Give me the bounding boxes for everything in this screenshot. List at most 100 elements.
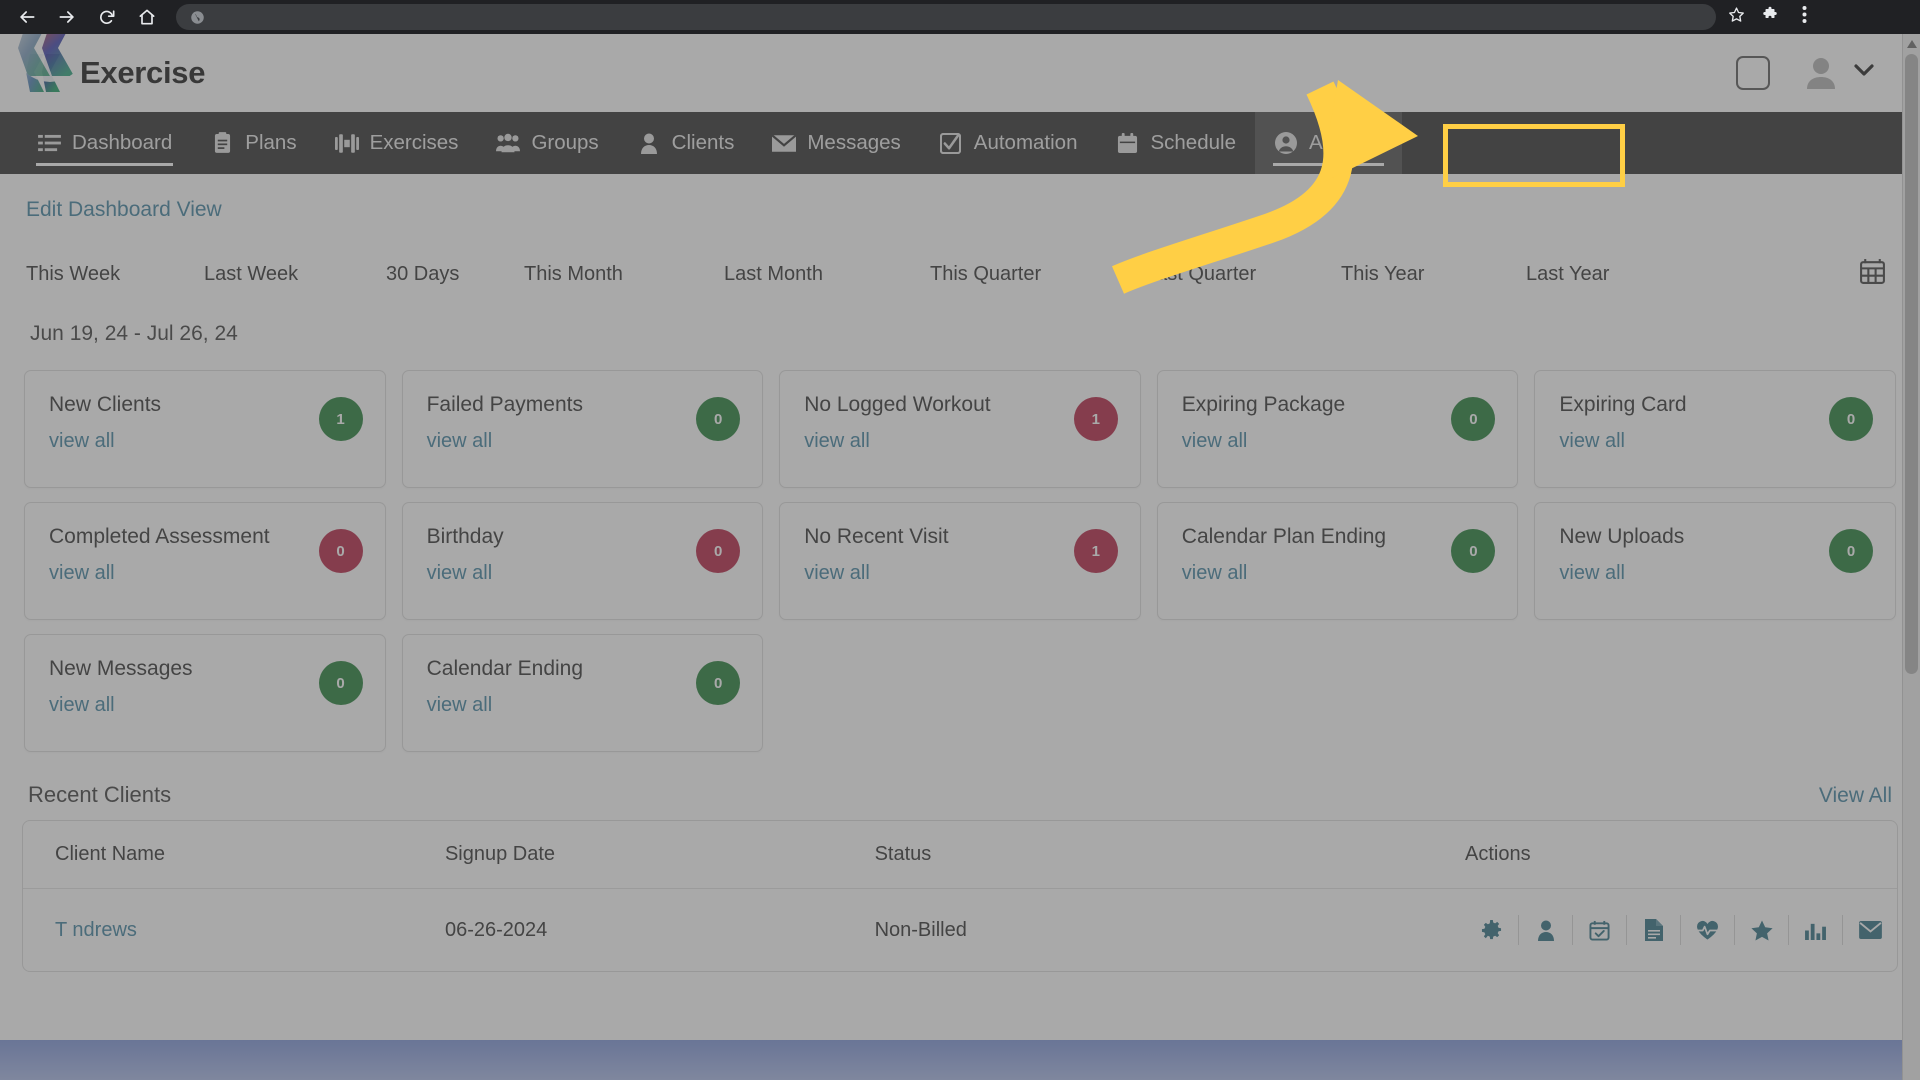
stat-card-grid: New Clients view all 1 Failed Payments vie… [22, 370, 1898, 752]
stat-view-all-link[interactable]: view all [49, 430, 161, 453]
home-button[interactable] [130, 2, 164, 32]
stat-view-all-link[interactable]: view all [49, 694, 193, 717]
date-picker-button[interactable] [1859, 258, 1894, 290]
filter-last-quarter[interactable]: Last Quarter [1145, 263, 1341, 286]
edit-dashboard-view-link[interactable]: Edit Dashboard View [22, 174, 226, 222]
table-header-row: Client Name Signup Date Status Actions [23, 821, 1897, 889]
heartbeat-icon[interactable] [1681, 915, 1735, 945]
stat-badge: 0 [1451, 397, 1496, 441]
stat-badge: 0 [318, 661, 363, 705]
brand-name: Exercise [80, 55, 206, 90]
filter-last-month[interactable]: Last Month [724, 263, 930, 286]
recent-clients-header: Recent Clients View All [22, 782, 1898, 808]
stat-card[interactable]: No Logged Workout view all 1 [779, 370, 1141, 488]
star-icon [1728, 6, 1745, 28]
nav-item-schedule[interactable]: Schedule [1096, 112, 1254, 174]
stat-title: New Clients [49, 393, 162, 416]
stat-title: Expiring Card [1559, 393, 1687, 416]
stat-badge: 0 [696, 397, 741, 441]
nav-label: Exercises [369, 131, 459, 154]
filter-last-year[interactable]: Last Year [1526, 263, 1609, 286]
stat-card[interactable]: New Uploads view all 0 [1534, 502, 1896, 620]
filter-this-quarter[interactable]: This Quarter [930, 263, 1145, 286]
page-scrollbar[interactable] [1902, 34, 1920, 1080]
stat-view-all-link[interactable]: view all [1559, 430, 1686, 453]
stat-card[interactable]: Calendar Ending view all 0 [401, 634, 764, 752]
stat-title: Calendar Ending [426, 657, 584, 680]
star-icon[interactable] [1735, 915, 1789, 945]
three-dot-menu-icon [1802, 5, 1807, 29]
nav-item-clients[interactable]: Clients [618, 112, 754, 174]
stat-card[interactable]: New Messages view all 0 [24, 634, 386, 752]
nav-label: Dashboard [72, 131, 173, 154]
column-header-client-name: Client Name [23, 821, 445, 889]
date-filter-tabs: This Week Last Week 30 Days This Month L… [22, 252, 1898, 296]
stat-card[interactable]: Failed Payments view all 0 [401, 370, 764, 488]
nav-label: Account [1308, 131, 1384, 154]
stat-view-all-link[interactable]: view all [49, 562, 270, 585]
client-profile-icon[interactable] [1519, 915, 1573, 945]
filter-this-week[interactable]: This Week [26, 263, 204, 286]
client-name-link[interactable]: T ndrews [55, 919, 137, 941]
square-outline-icon[interactable] [1736, 56, 1770, 90]
checkbox-icon [939, 132, 963, 154]
stat-card[interactable]: Expiring Card view all 0 [1534, 370, 1896, 488]
recent-clients-view-all-link[interactable]: View All [1819, 784, 1892, 808]
user-menu[interactable] [1806, 57, 1874, 89]
stat-card[interactable]: Expiring Package view all 0 [1156, 370, 1519, 488]
nav-item-exercises[interactable]: Exercises [316, 112, 478, 174]
calendar-check-icon[interactable] [1573, 915, 1627, 945]
stat-card[interactable]: Calendar Plan Ending view all 0 [1156, 502, 1519, 620]
address-bar[interactable] [176, 4, 1716, 30]
back-button[interactable] [10, 2, 44, 32]
filter-this-year[interactable]: This Year [1341, 263, 1526, 286]
column-header-status: Status [874, 821, 1465, 889]
nav-item-plans[interactable]: Plans [191, 112, 315, 174]
stat-view-all-link[interactable]: view all [804, 430, 990, 453]
dashboard-content: Edit Dashboard View This Week Last Week … [0, 34, 1920, 972]
header-right [1736, 56, 1892, 90]
bookmark-button[interactable] [1720, 2, 1752, 32]
forward-button[interactable] [50, 2, 84, 32]
document-icon[interactable] [1627, 915, 1681, 945]
nav-item-account[interactable]: Account [1254, 112, 1403, 174]
forward-arrow-icon [57, 7, 77, 27]
nav-item-groups[interactable]: Groups [477, 112, 617, 174]
filter-this-month[interactable]: This Month [524, 263, 724, 286]
stat-view-all-link[interactable]: view all [1182, 430, 1345, 453]
nav-item-automation[interactable]: Automation [920, 112, 1097, 174]
settings-gear-icon[interactable] [1465, 915, 1519, 945]
stat-view-all-link[interactable]: view all [427, 694, 583, 717]
nav-item-messages[interactable]: Messages [753, 112, 919, 174]
envelope-icon[interactable] [1843, 915, 1897, 945]
stat-view-all-link[interactable]: view all [1182, 562, 1386, 585]
stat-card[interactable]: New Clients view all 1 [24, 370, 386, 488]
scrollbar-thumb[interactable] [1905, 54, 1918, 674]
filter-last-week[interactable]: Last Week [204, 263, 386, 286]
stat-view-all-link[interactable]: view all [427, 562, 504, 585]
cell-status: Non-Billed [874, 918, 967, 941]
stat-card[interactable]: Birthday view all 0 [401, 502, 764, 620]
nav-item-dashboard[interactable]: Dashboard [18, 112, 191, 174]
recent-clients-table: Client Name Signup Date Status Actions T… [14, 34, 1898, 972]
stat-badge: 1 [318, 397, 363, 441]
stat-view-all-link[interactable]: view all [804, 562, 948, 585]
stat-title: Failed Payments [426, 393, 583, 416]
bar-chart-icon[interactable] [1789, 915, 1843, 945]
row-action-buttons [1465, 915, 1897, 945]
browser-right-icons [1720, 2, 1820, 32]
stat-card[interactable]: No Recent Visit view all 1 [779, 502, 1141, 620]
nav-label: Groups [531, 131, 599, 154]
stat-view-all-link[interactable]: view all [427, 430, 583, 453]
user-avatar-icon [1806, 57, 1836, 89]
browser-menu-button[interactable] [1788, 2, 1820, 32]
stat-view-all-link[interactable]: view all [1559, 562, 1684, 585]
stat-card[interactable]: Completed Assessment view all 0 [24, 502, 386, 620]
selected-date-range: Jun 19, 24 - Jul 26, 24 [30, 322, 238, 345]
cell-actions [1465, 889, 1897, 972]
extensions-button[interactable] [1754, 2, 1786, 32]
filter-30-days[interactable]: 30 Days [386, 263, 524, 286]
nav-label: Plans [245, 131, 297, 154]
scroll-up-arrow-icon[interactable] [1906, 36, 1918, 54]
reload-button[interactable] [90, 2, 124, 32]
